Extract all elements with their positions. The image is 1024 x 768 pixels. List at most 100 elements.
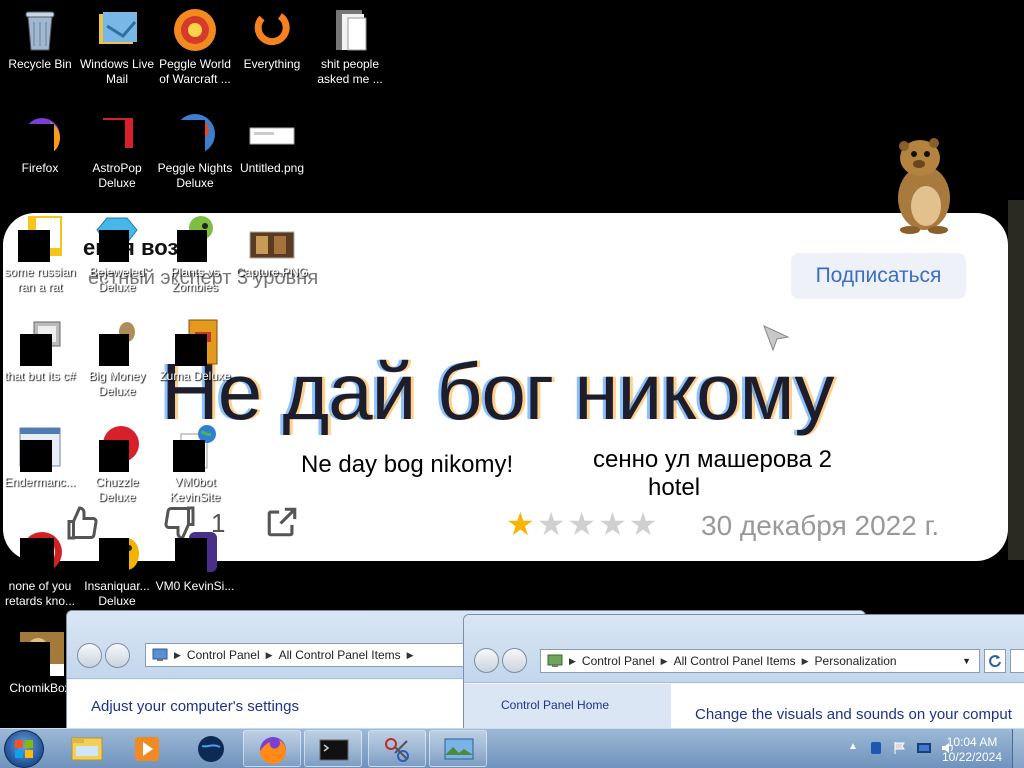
personalization-icon xyxy=(547,654,563,667)
folder-icon xyxy=(336,10,367,51)
hamster-mascot-icon xyxy=(898,138,950,234)
address-bar[interactable]: ▶ Control Panel ▶ All Control Panel Item… xyxy=(540,649,980,673)
breadcrumb-personalization[interactable]: Personalization xyxy=(815,654,897,668)
action-center-flag-icon[interactable] xyxy=(892,740,908,756)
star-filled-icon: ★ xyxy=(506,506,535,542)
taskbar-media-player-button[interactable] xyxy=(118,730,176,767)
icon-label: Everything xyxy=(243,57,301,71)
icon-label: AstroPop Deluxe xyxy=(92,161,142,190)
chevron-right-icon: ▶ xyxy=(406,649,414,660)
clock-date: 10/22/2024 xyxy=(941,750,1003,764)
taskbar-cmd-button[interactable] xyxy=(304,730,362,767)
back-button[interactable] xyxy=(77,643,102,668)
chevron-right-icon: ▶ xyxy=(174,649,181,660)
page-heading: Change the visuals and sounds on your co… xyxy=(695,706,1012,723)
control-panel-home-link[interactable]: Control Panel Home xyxy=(501,698,609,712)
star-empty-icon: ★ xyxy=(536,506,566,542)
forward-button[interactable] xyxy=(502,648,527,673)
chevron-right-icon: ▶ xyxy=(801,655,809,666)
breadcrumb-all-items[interactable]: All Control Panel Items xyxy=(279,648,401,662)
network-icon[interactable] xyxy=(916,740,932,756)
icon-label: none of you retards kno... xyxy=(4,579,76,608)
desktop-icon-chuzzle[interactable]: Chuzzle Deluxe xyxy=(77,424,157,505)
desktop-icon-firefox[interactable]: Firefox xyxy=(0,110,80,176)
desktop-icon-none-of-you[interactable]: none of you retards kno... xyxy=(0,528,80,609)
desktop-icon-insaniquarium[interactable]: Insaniquar... Deluxe xyxy=(77,528,157,609)
breadcrumb-all-items[interactable]: All Control Panel Items xyxy=(674,654,796,668)
folder-icon xyxy=(71,737,103,761)
chevron-down-icon[interactable]: ▼ xyxy=(962,656,971,666)
icon-label: VM0 KevinSi... xyxy=(155,579,235,593)
desktop-icon-endermanch[interactable]: Endermanc... xyxy=(0,424,80,490)
taskbar-snipping-tool-button[interactable] xyxy=(368,730,426,767)
icon-label: Peggle Nights Deluxe xyxy=(157,161,233,190)
icon-label: Zuma Deluxe xyxy=(159,369,231,383)
search-input[interactable] xyxy=(1010,649,1024,673)
personalization-window[interactable]: ▶ Control Panel ▶ All Control Panel Item… xyxy=(463,614,1024,740)
forward-button[interactable] xyxy=(105,643,130,668)
page-heading: Adjust your computer's settings xyxy=(91,698,299,715)
show-hidden-icons-icon[interactable]: ▲ xyxy=(848,741,858,752)
address-bar[interactable]: ▶ Control Panel ▶ All Control Panel Item… xyxy=(145,643,475,667)
desktop-icon-recycle-bin[interactable]: Recycle Bin xyxy=(0,6,80,72)
overlay-transliteration: Ne day bog nikomy! xyxy=(301,451,514,478)
clock-time: 10:04 AM xyxy=(946,735,998,749)
desktop: ения возд естный эксперт 3 уровня Подпис… xyxy=(0,0,1024,768)
refresh-icon xyxy=(989,655,1001,668)
icon-label: Bejeweled Deluxe xyxy=(89,265,145,294)
icon-label: Plants vs Zombies xyxy=(170,265,220,294)
desktop-icon-windows-live-mail[interactable]: Windows Live Mail xyxy=(77,6,157,87)
refresh-button[interactable] xyxy=(984,649,1006,673)
breadcrumb-control-panel[interactable]: Control Panel xyxy=(582,654,655,668)
star-empty-icon: ★ xyxy=(567,506,597,542)
icon-label: Big Money Deluxe xyxy=(88,369,146,398)
firefox-icon xyxy=(260,737,286,764)
review-headline: Не дай бог никому xyxy=(161,347,834,436)
taskbar-explorer-button[interactable] xyxy=(58,730,116,767)
desktop-icon-astropop[interactable]: AstroPop Deluxe xyxy=(77,110,157,191)
window-toolbar: ▶ Control Panel ▶ All Control Panel Item… xyxy=(464,615,1024,683)
desktop-icon-vm0-kevinsite[interactable]: VM0 KevinSi... xyxy=(155,528,235,594)
desktop-icon-bejeweled[interactable]: Bejeweled Deluxe xyxy=(77,214,157,295)
image-file-icon xyxy=(249,127,295,145)
taskbar-globe-button[interactable] xyxy=(182,730,240,767)
clock[interactable]: 10:04 AM 10/22/2024 xyxy=(932,735,1012,765)
start-button[interactable] xyxy=(4,730,44,768)
breadcrumb-control-panel[interactable]: Control Panel xyxy=(187,648,260,662)
desktop-icon-everything[interactable]: Everything xyxy=(232,6,312,72)
cursor-arrow-icon xyxy=(763,325,790,352)
overlay-address-line2: hotel xyxy=(648,474,701,501)
icon-label: Windows Live Mail xyxy=(79,57,155,86)
windows-logo-icon xyxy=(15,740,33,758)
taskbar: ▲ 10:04 AM 10/22/2024 xyxy=(0,728,1024,768)
icon-label: Recycle Bin xyxy=(8,57,72,71)
desktop-icon-that-but-its-c-sharp[interactable]: that but its c# xyxy=(0,318,80,384)
icon-label: Capture.PNG xyxy=(235,265,309,279)
desktop-icon-untitled-png[interactable]: Untitled.png xyxy=(232,110,312,176)
desktop-icon-vm0bot-kevinsite[interactable]: VM0bot KevinSite xyxy=(155,424,235,505)
desktop-icon-peggle-nights[interactable]: Peggle Nights Deluxe xyxy=(155,110,235,191)
desktop-icon-big-money[interactable]: Big Money Deluxe xyxy=(77,318,157,399)
show-desktop-button[interactable] xyxy=(1012,729,1024,768)
desktop-icon-capture-png[interactable]: Capture.PNG xyxy=(232,214,312,280)
chevron-right-icon: ▶ xyxy=(265,649,273,660)
star-empty-icon: ★ xyxy=(598,506,627,542)
subscribe-button: Подписаться xyxy=(791,253,966,299)
desktop-icon-peggle-world-of-warcraft[interactable]: Peggle World of Warcraft ... xyxy=(155,6,235,87)
desktop-icon-folder[interactable]: shit people asked me ... xyxy=(310,6,390,87)
overlay-address: сенно ул машерова 2 hotel xyxy=(593,446,893,502)
review-date: 30 декабря 2022 г. xyxy=(701,510,940,541)
icon-label: Insaniquar... Deluxe xyxy=(84,579,150,608)
peggle-icon xyxy=(174,9,216,51)
desktop-icon-zuma[interactable]: Zuma Deluxe xyxy=(155,318,235,384)
desktop-icon-some-russian[interactable]: some russian ran a rat xyxy=(0,214,80,295)
desktop-icon-plants-vs-zombies[interactable]: Plants vs Zombies xyxy=(155,214,235,295)
icon-label: Firefox xyxy=(21,161,59,175)
bluetooth-device-icon[interactable] xyxy=(868,740,884,756)
taskbar-firefox-button[interactable] xyxy=(243,730,301,767)
share-icon xyxy=(267,507,297,537)
back-button[interactable] xyxy=(474,648,499,673)
control-panel-icon xyxy=(444,738,474,760)
star-empty-icon: ★ xyxy=(628,506,658,542)
taskbar-control-panel-button[interactable] xyxy=(429,730,487,767)
